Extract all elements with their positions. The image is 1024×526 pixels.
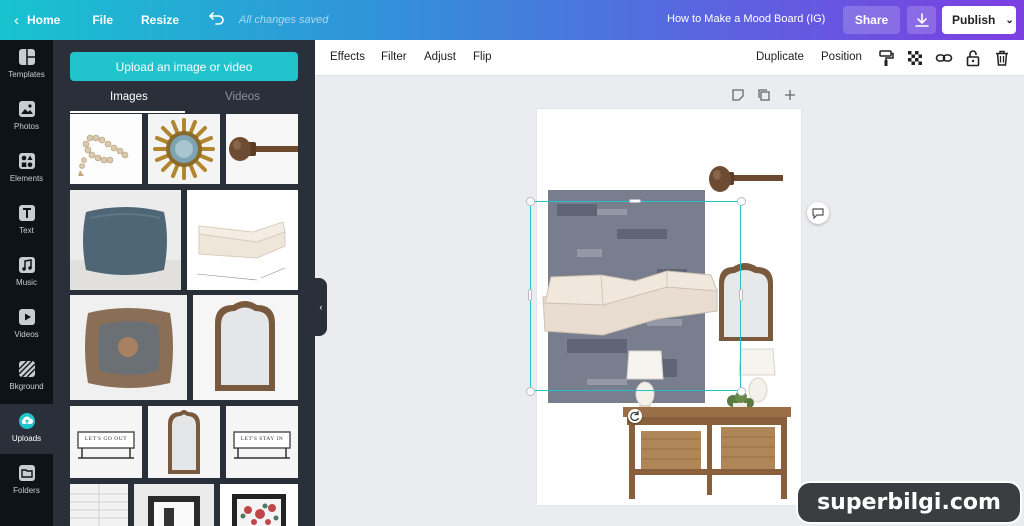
undo-icon[interactable] xyxy=(209,11,225,30)
add-note-icon[interactable] xyxy=(731,88,745,102)
resize-handle-left[interactable] xyxy=(528,289,532,301)
download-button[interactable] xyxy=(907,6,936,34)
sign-text-go-out: LET'S GO OUT xyxy=(84,436,128,442)
active-tab-indicator xyxy=(70,111,185,113)
photos-icon xyxy=(18,101,35,117)
nav-label: Folders xyxy=(13,486,40,495)
thumbnail-lets-stay-in-sign[interactable] xyxy=(226,406,298,478)
resize-handle-top-left[interactable] xyxy=(526,197,535,206)
duplicate-button[interactable]: Duplicate xyxy=(756,51,804,63)
thumbnail-arched-mirror[interactable] xyxy=(193,295,298,400)
nav-elements[interactable]: Elements xyxy=(0,144,53,194)
selection-box[interactable] xyxy=(530,201,741,391)
add-comment-button[interactable] xyxy=(807,202,829,224)
resize-menu[interactable]: Resize xyxy=(141,13,179,27)
templates-icon xyxy=(18,49,35,65)
share-button[interactable]: Share xyxy=(843,6,900,34)
uploads-panel: Upload an image or video Images Videos L… xyxy=(53,40,315,526)
nav-label: Music xyxy=(16,278,37,287)
filter-button[interactable]: Filter xyxy=(381,51,407,63)
save-status: All changes saved xyxy=(239,14,329,26)
thumbnail-beads[interactable] xyxy=(70,114,142,184)
thumbnail-window-shutter[interactable] xyxy=(70,484,128,526)
canvas-curtain-rod[interactable] xyxy=(709,166,783,192)
thumbnail-curtain-rod-finial[interactable] xyxy=(226,114,298,184)
thumbnail-sunburst-mirror[interactable] xyxy=(148,114,220,184)
text-icon xyxy=(18,205,35,221)
file-menu[interactable]: File xyxy=(92,13,113,27)
folders-icon xyxy=(18,465,35,481)
effects-button[interactable]: Effects xyxy=(330,51,365,63)
thumbnail-patterned-pillow[interactable] xyxy=(70,295,187,400)
music-icon xyxy=(18,257,35,273)
nav-label: Uploads xyxy=(11,434,42,443)
uploads-icon xyxy=(18,413,35,429)
thumbnail-small-arched-mirror[interactable] xyxy=(148,406,220,478)
adjust-button[interactable]: Adjust xyxy=(424,51,456,63)
unlock-icon[interactable] xyxy=(964,49,982,67)
nav-text[interactable]: Text xyxy=(0,196,53,246)
videos-icon xyxy=(18,309,35,325)
nav-photos[interactable]: Photos xyxy=(0,92,53,142)
nav-label: Elements xyxy=(9,174,44,183)
nav-videos[interactable]: Videos xyxy=(0,300,53,350)
download-icon xyxy=(914,13,929,27)
nav-folders[interactable]: Folders xyxy=(0,456,53,506)
nav-label: Bkground xyxy=(9,382,44,391)
nav-music[interactable]: Music xyxy=(0,248,53,298)
tab-images[interactable]: Images xyxy=(110,91,148,103)
paint-roller-icon[interactable] xyxy=(877,49,895,67)
resize-handle-top-right[interactable] xyxy=(737,197,746,206)
thumbnail-lets-go-out-sign[interactable] xyxy=(70,406,142,478)
rotate-handle[interactable] xyxy=(628,409,642,423)
nav-label: Text xyxy=(19,226,34,235)
flip-button[interactable]: Flip xyxy=(473,51,492,63)
home-label: Home xyxy=(27,13,61,27)
sign-text-stay-in: LET'S STAY IN xyxy=(240,436,284,442)
transparency-icon[interactable] xyxy=(906,49,924,67)
add-page-icon[interactable] xyxy=(783,88,797,102)
elements-icon xyxy=(18,153,35,169)
copy-page-icon[interactable] xyxy=(757,88,771,102)
publish-label: Publish xyxy=(952,13,996,27)
upload-media-button[interactable]: Upload an image or video xyxy=(70,52,298,81)
background-icon xyxy=(18,360,35,378)
thumbnail-blue-pillow[interactable] xyxy=(70,190,181,290)
link-icon[interactable] xyxy=(935,49,953,67)
watermark: superbilgi.com xyxy=(798,483,1020,522)
rotate-icon xyxy=(630,411,640,422)
resize-handle-top[interactable] xyxy=(629,199,641,203)
thumbnail-floral-print[interactable] xyxy=(220,484,298,526)
nav-templates[interactable]: Templates xyxy=(0,40,53,90)
top-bar: ‹ Home File Resize All changes saved How… xyxy=(0,0,1024,40)
nav-label: Photos xyxy=(14,122,39,131)
comment-icon xyxy=(812,208,824,220)
nav-label: Videos xyxy=(14,330,39,339)
home-button[interactable]: ‹ Home xyxy=(14,12,60,29)
canvas-console-table[interactable] xyxy=(623,407,791,499)
nav-background[interactable]: Bkground xyxy=(0,352,53,402)
chevron-down-icon: ⌄ xyxy=(1005,14,1014,26)
nav-label: Templates xyxy=(8,70,45,79)
tab-videos[interactable]: Videos xyxy=(225,91,260,103)
nav-uploads[interactable]: Uploads xyxy=(0,404,53,454)
image-toolbar: Effects Filter Adjust Flip Duplicate Pos… xyxy=(315,40,1024,76)
design-title[interactable]: How to Make a Mood Board (IG) xyxy=(667,13,825,25)
publish-button[interactable]: Publish ⌄ xyxy=(942,6,1016,34)
position-button[interactable]: Position xyxy=(821,51,862,63)
resize-handle-bottom-right[interactable] xyxy=(737,387,746,396)
thumbnail-sectional-sofa[interactable] xyxy=(187,190,298,290)
resize-handle-right[interactable] xyxy=(739,289,743,301)
left-nav: Templates Photos Elements Text Music Vid… xyxy=(0,40,53,526)
trash-icon[interactable] xyxy=(993,49,1011,67)
resize-handle-bottom-left[interactable] xyxy=(526,387,535,396)
chevron-left-icon: ‹ xyxy=(14,11,19,29)
thumbnail-framed-print[interactable] xyxy=(134,484,214,526)
collapse-panel-button[interactable]: ‹ xyxy=(315,278,327,336)
